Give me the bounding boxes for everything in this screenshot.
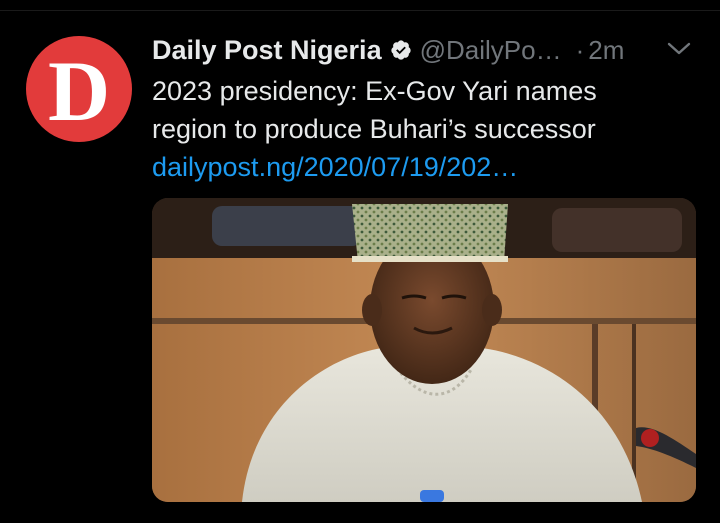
author-display-name[interactable]: Daily Post Nigeria: [152, 35, 382, 66]
tweet-media-photo[interactable]: [152, 198, 696, 502]
tweet-header: Daily Post Nigeria @DailyPo… · 2m: [152, 30, 700, 70]
tweet-text-line: region to produce Buhari’s successor: [152, 114, 596, 144]
tweet-timestamp[interactable]: 2m: [588, 35, 624, 66]
verified-badge-icon: [390, 39, 412, 61]
tweet-link[interactable]: dailypost.ng/2020/07/19/202…: [152, 148, 692, 186]
separator-dot: ·: [575, 34, 585, 65]
avatar[interactable]: D: [26, 36, 132, 142]
photo-illustration: [152, 198, 696, 502]
tweet-body: 2023 presidency: Ex-Gov Yari names regio…: [152, 72, 692, 186]
author-handle[interactable]: @DailyPo…: [420, 35, 562, 66]
chevron-down-icon[interactable]: [666, 40, 692, 58]
avatar-logo-letter: D: [47, 43, 111, 139]
tweet-text-line: 2023 presidency: Ex-Gov Yari names: [152, 76, 597, 106]
tweet-card[interactable]: D Daily Post Nigeria @DailyPo… · 2m 2023…: [0, 0, 720, 523]
